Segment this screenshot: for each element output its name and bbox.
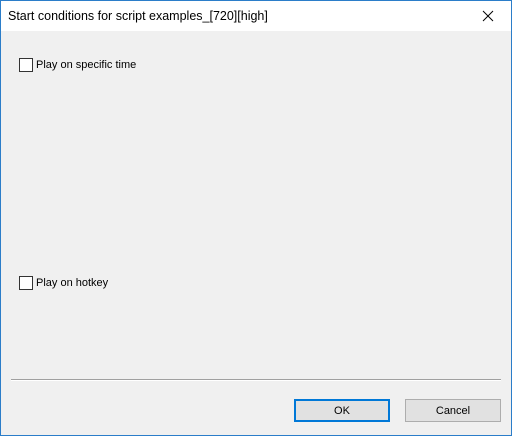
specific-time-label[interactable]: Play on specific time bbox=[36, 59, 136, 71]
cancel-button[interactable]: Cancel bbox=[405, 399, 501, 422]
hotkey-checkbox[interactable] bbox=[19, 276, 33, 290]
specific-time-option[interactable]: Play on specific time bbox=[19, 57, 136, 73]
separator bbox=[11, 379, 501, 381]
specific-time-checkbox[interactable] bbox=[19, 58, 33, 72]
window-title: Start conditions for script examples_[72… bbox=[8, 9, 268, 23]
hotkey-option[interactable]: Play on hotkey bbox=[19, 275, 108, 291]
close-button[interactable] bbox=[465, 1, 511, 31]
title-bar[interactable]: Start conditions for script examples_[72… bbox=[1, 1, 511, 31]
ok-button[interactable]: OK bbox=[294, 399, 390, 422]
dialog-content: Play on specific time Play on hotkey OK … bbox=[1, 31, 511, 435]
hotkey-label[interactable]: Play on hotkey bbox=[36, 277, 108, 289]
close-icon bbox=[482, 10, 494, 22]
dialog-window: Start conditions for script examples_[72… bbox=[0, 0, 512, 436]
